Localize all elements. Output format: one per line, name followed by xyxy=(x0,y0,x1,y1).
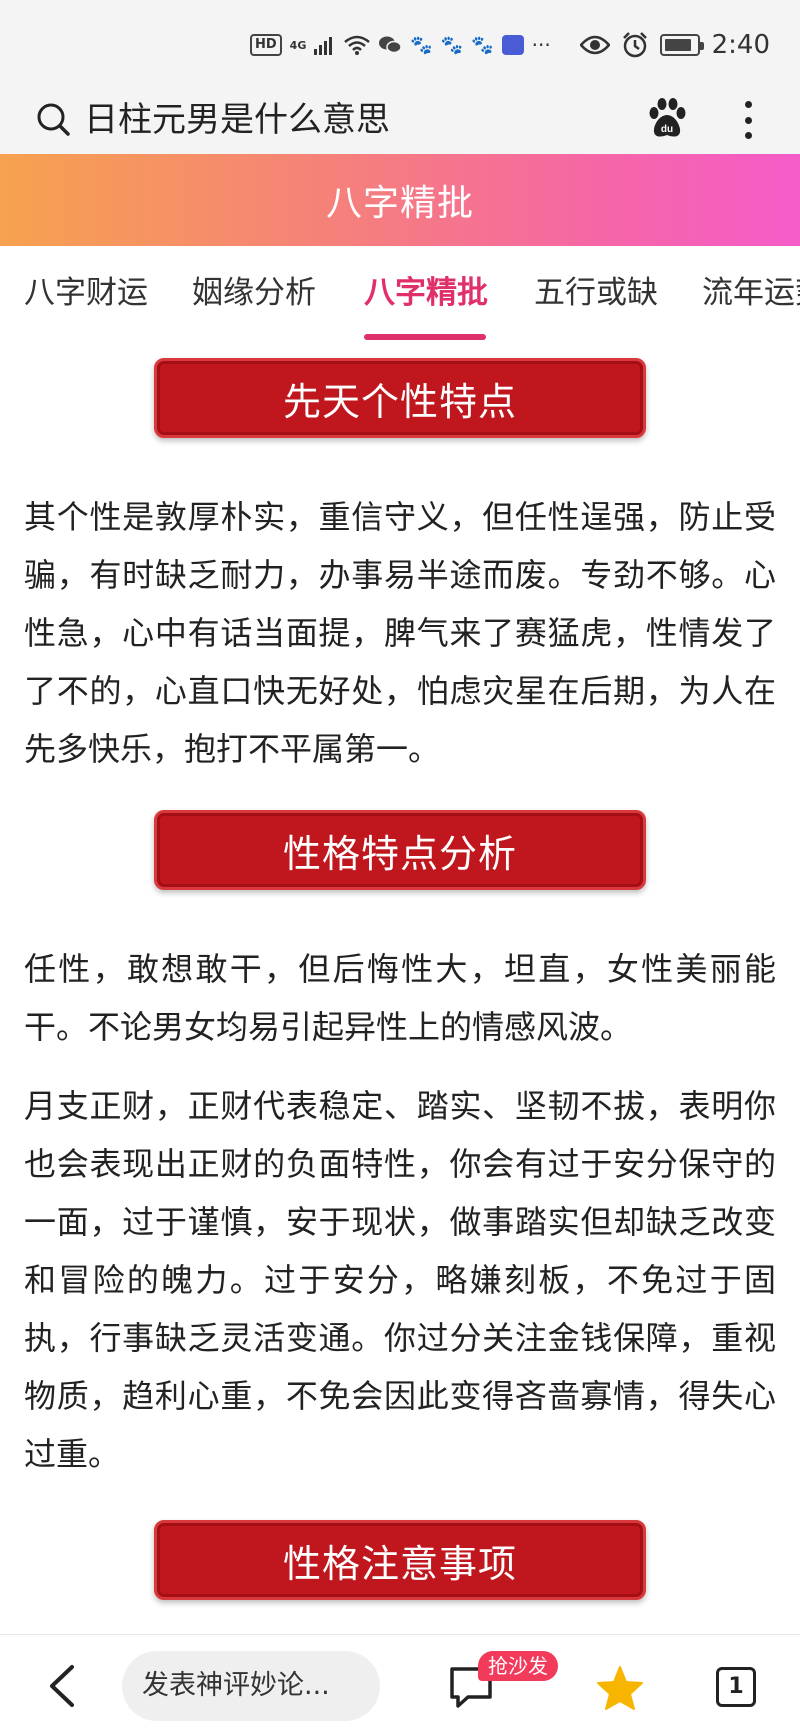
baidu-paw-icon[interactable]: du xyxy=(644,96,690,142)
tabs-icon[interactable]: 1 xyxy=(716,1667,756,1707)
status-bar: HD 4G 🐾 🐾 🐾 ··· 2:40 xyxy=(0,0,800,88)
back-icon[interactable] xyxy=(44,1663,80,1709)
hd-icon: HD xyxy=(250,34,282,56)
alarm-icon xyxy=(622,32,647,58)
section-title: 性格注意事项 xyxy=(282,1541,517,1586)
search-query-text[interactable]: 日柱元男是什么意思 xyxy=(84,96,390,144)
paragraph: 任性，敢想敢干，但后悔性大，坦直，女性美丽能干。不论男女均易引起异性上的情感风波… xyxy=(24,950,776,1046)
section-header-personality-analysis: 性格特点分析 xyxy=(154,810,646,890)
status-time: 2:40 xyxy=(711,30,770,60)
network-type-label: 4G xyxy=(289,38,307,52)
signal-icon xyxy=(314,37,333,55)
paragraph: 月支正财，正财代表稳定、踏实、坚韧不拔，表明你也会表现出正财的负面特性，你会有过… xyxy=(24,1087,776,1473)
wechat-icon xyxy=(379,36,403,54)
search-header: 日柱元男是什么意思 du xyxy=(0,88,800,154)
banner-title: 八字精批 xyxy=(325,183,474,224)
paragraph: 其个性是敦厚朴实，重信守义，但任性逞强，防止受骗，有时缺乏耐力，办事易半途而废。… xyxy=(24,498,776,768)
category-tabs: 八字财运 姻缘分析 八字精批 五行或缺 流年运势 xyxy=(0,246,800,344)
section-title: 性格特点分析 xyxy=(282,831,517,876)
status-icons-left: HD 4G 🐾 🐾 🐾 ··· xyxy=(250,30,551,60)
sofa-badge[interactable]: 抢沙发 xyxy=(478,1651,558,1681)
wifi-icon xyxy=(344,35,371,55)
active-tab-indicator xyxy=(364,334,486,340)
star-icon[interactable] xyxy=(596,1665,644,1711)
svg-text:du: du xyxy=(661,124,673,135)
section-header-personality-notes: 性格注意事项 xyxy=(154,1520,646,1600)
baidu-notification-icon: 🐾 xyxy=(471,34,494,56)
baidu-notification-icon: 🐾 xyxy=(410,34,433,56)
section-title: 先天个性特点 xyxy=(282,379,517,424)
education-app-icon xyxy=(501,35,524,55)
tab-marriage[interactable]: 姻缘分析 xyxy=(192,272,316,314)
search-icon[interactable] xyxy=(34,100,74,140)
baidu-notification-icon: 🐾 xyxy=(440,34,464,56)
more-vertical-icon[interactable] xyxy=(730,92,766,148)
more-notifications-icon: ··· xyxy=(531,33,551,57)
tab-wealth[interactable]: 八字财运 xyxy=(24,272,148,314)
tab-yearly-fortune[interactable]: 流年运势 xyxy=(702,272,800,314)
battery-icon xyxy=(659,34,704,56)
eye-icon xyxy=(579,35,610,55)
tab-bazi-detail[interactable]: 八字精批 xyxy=(364,272,488,314)
bottom-toolbar: 发表神评妙论... 抢沙发 1 xyxy=(0,1634,800,1734)
tab-five-elements[interactable]: 五行或缺 xyxy=(534,272,658,314)
status-icons-right: 2:40 xyxy=(579,28,770,62)
comment-input[interactable]: 发表神评妙论... xyxy=(122,1651,380,1721)
page-banner: 八字精批 xyxy=(0,154,800,246)
section-header-innate-personality: 先天个性特点 xyxy=(154,358,646,438)
